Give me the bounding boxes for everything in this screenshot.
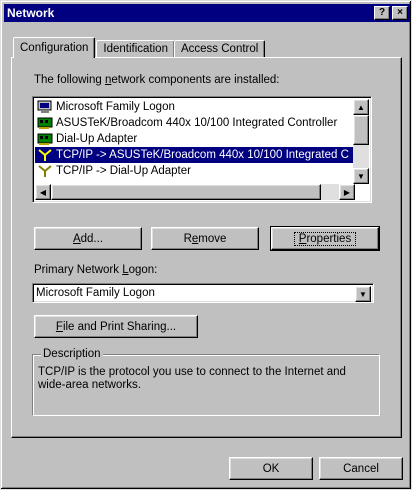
scroll-right-button[interactable]: ▶ — [339, 184, 355, 200]
horizontal-scrollbar[interactable]: ◀ ▶ — [35, 184, 355, 200]
list-item[interactable]: Dial-Up Adapter — [35, 131, 355, 147]
tab-configuration[interactable]: Configuration — [13, 37, 96, 58]
primary-logon-label: Primary Network Logon: — [34, 264, 158, 276]
window-title: Network — [7, 6, 55, 20]
list-item[interactable]: ASUSTeK/Broadcom 440x 10/100 Integrated … — [35, 115, 355, 131]
vertical-scroll-thumb[interactable] — [353, 115, 369, 145]
components-label: The following network components are ins… — [34, 74, 280, 86]
chevron-down-icon: ▼ — [359, 289, 367, 299]
protocol-icon — [37, 164, 53, 178]
list-item[interactable]: TCP/IP -> ASUSTeK/Broadcom 440x 10/100 I… — [35, 147, 355, 163]
scroll-up-button[interactable]: ▲ — [353, 99, 369, 115]
close-button[interactable]: × — [392, 6, 408, 20]
primary-logon-select[interactable]: Microsoft Family Logon ▼ — [32, 283, 374, 303]
adapter-icon — [37, 116, 53, 130]
vertical-scrollbar[interactable]: ▲ ▼ — [353, 99, 369, 184]
tab-identification[interactable]: Identification — [96, 40, 175, 58]
network-dialog: Network ? × Configuration Identification… — [0, 0, 412, 490]
list-item[interactable]: TCP/IP -> Dial-Up Adapter — [35, 163, 355, 179]
description-group: Description TCP/IP is the protocol you u… — [32, 348, 380, 416]
dropdown-button[interactable]: ▼ — [355, 286, 371, 302]
description-text: TCP/IP is the protocol you use to connec… — [38, 366, 346, 391]
components-list: Microsoft Family Logon ASUSTeK/Broadcom … — [35, 99, 355, 183]
remove-button[interactable]: Remove — [151, 227, 259, 250]
title-bar[interactable]: Network ? × — [4, 4, 410, 22]
file-and-print-sharing-button[interactable]: File and Print Sharing... — [34, 315, 198, 338]
scroll-down-button[interactable]: ▼ — [353, 168, 369, 184]
scroll-left-button[interactable]: ◀ — [35, 184, 51, 200]
description-title: Description — [41, 348, 103, 360]
horizontal-scroll-thumb[interactable] — [51, 184, 321, 200]
arrow-down-icon: ▼ — [357, 171, 365, 181]
add-button[interactable]: Add... — [34, 227, 142, 250]
list-item[interactable]: Microsoft Family Logon — [35, 99, 355, 115]
tab-access-control[interactable]: Access Control — [173, 40, 266, 58]
arrow-left-icon: ◀ — [39, 187, 47, 197]
client-icon — [37, 100, 53, 114]
protocol-icon — [37, 148, 53, 162]
properties-button[interactable]: Properties — [270, 226, 380, 251]
title-buttons: ? × — [374, 6, 408, 20]
cancel-button[interactable]: Cancel — [319, 457, 403, 480]
help-button[interactable]: ? — [374, 6, 390, 20]
primary-logon-value: Microsoft Family Logon — [36, 287, 155, 299]
arrow-up-icon: ▲ — [357, 102, 365, 112]
arrow-right-icon: ▶ — [343, 187, 351, 197]
components-listbox[interactable]: Microsoft Family Logon ASUSTeK/Broadcom … — [32, 96, 372, 203]
tab-strip: Configuration Identification Access Cont… — [13, 36, 266, 58]
adapter-icon — [37, 132, 53, 146]
ok-button[interactable]: OK — [229, 457, 313, 480]
